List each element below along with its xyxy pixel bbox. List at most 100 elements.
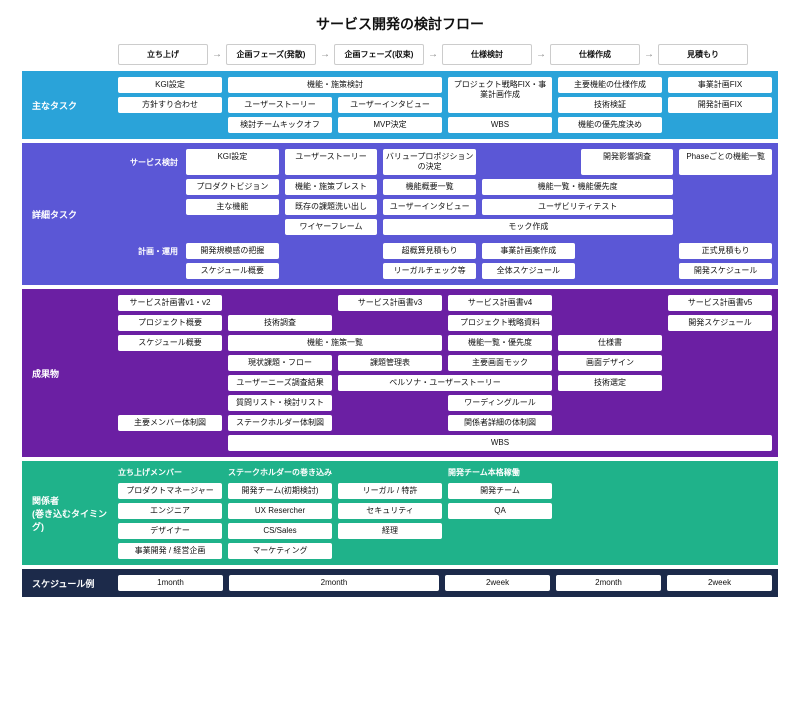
sublabel-service: サービス検討: [118, 149, 180, 175]
deliverable-chip: 仕様書: [558, 335, 662, 351]
section-schedule: スケジュール例 1month 2month 2week 2month 2week: [22, 569, 778, 597]
sublabel-plan: 計画・運用: [118, 243, 180, 259]
arrow-icon: →: [424, 50, 442, 60]
deliverable-chip: ペルソナ・ユーザーストーリー: [338, 375, 552, 391]
deliverable-chip: 主要画面モック: [448, 355, 552, 371]
page-title: サービス開発の検討フロー: [22, 14, 778, 34]
task-chip: 機能・施策ブレスト: [285, 179, 378, 195]
deliverable-chip: サービス計画書v3: [338, 295, 442, 311]
phase-4: 仕様検討: [442, 44, 532, 65]
deliverable-chip: 現状課題・フロー: [228, 355, 332, 371]
phase-6: 見積もり: [658, 44, 748, 65]
task-chip: 事業計画案作成: [482, 243, 575, 259]
task-chip: 技術検証: [558, 97, 662, 113]
task-chip: 超概算見積もり: [383, 243, 476, 259]
phase-5: 仕様作成: [550, 44, 640, 65]
task-chip: ユーザビリティテスト: [482, 199, 673, 215]
task-chip: 主要機能の仕様作成: [558, 77, 662, 93]
arrow-icon: →: [316, 50, 334, 60]
deliverable-chip: 主要メンバー体制図: [118, 415, 222, 431]
deliverable-chip: 関係者詳細の体制図: [448, 415, 552, 431]
task-chip: KGI設定: [186, 149, 279, 175]
task-chip: スケジュール概要: [186, 263, 279, 279]
task-chip: ユーザーストーリー: [228, 97, 332, 113]
stakeholder-chip: セキュリティ: [338, 503, 442, 519]
section-label: 詳細タスク: [22, 143, 118, 285]
task-chip: KGI設定: [118, 77, 222, 93]
task-chip: MVP決定: [338, 117, 442, 133]
arrow-icon: →: [208, 50, 226, 60]
task-chip: 正式見積もり: [679, 243, 772, 259]
group-title: ステークホルダーの巻き込み: [228, 467, 442, 479]
deliverable-chip: 技術選定: [558, 375, 662, 391]
task-chip: プロダクトビジョン: [186, 179, 279, 195]
group-title: 立ち上げメンバー: [118, 467, 222, 479]
section-main-tasks: 主なタスク KGI設定 機能・施策検討 プロジェクト戦略FIX・事業計画作成 主…: [22, 71, 778, 139]
deliverable-chip: 課題管理表: [338, 355, 442, 371]
task-chip: 開発スケジュール: [679, 263, 772, 279]
deliverable-chip: スケジュール概要: [118, 335, 222, 351]
stakeholder-chip: 開発チーム: [448, 483, 552, 499]
schedule-chip: 2month: [556, 575, 661, 591]
task-chip: 方針すり合わせ: [118, 97, 222, 113]
schedule-chip: 1month: [118, 575, 223, 591]
deliverable-chip: プロジェクト戦略資料: [448, 315, 552, 331]
task-chip: 機能・施策検討: [228, 77, 442, 93]
stakeholder-chip: 経理: [338, 523, 442, 539]
stakeholder-chip: 事業開発 / 経営企画: [118, 543, 222, 559]
phase-2: 企画フェーズ(発散): [226, 44, 316, 65]
task-chip: バリュープロポジションの決定: [383, 149, 476, 175]
deliverable-chip: プロジェクト概要: [118, 315, 222, 331]
deliverable-chip: 画面デザイン: [558, 355, 662, 371]
task-chip: モック作成: [383, 219, 673, 235]
task-chip: ユーザーインタビュー: [383, 199, 476, 215]
deliverable-chip: 技術調査: [228, 315, 332, 331]
task-chip: 主な機能: [186, 199, 279, 215]
task-chip: リーガルチェック等: [383, 263, 476, 279]
task-chip: 開発計画FIX: [668, 97, 772, 113]
schedule-chip: 2week: [667, 575, 772, 591]
task-chip: ユーザーインタビュー: [338, 97, 442, 113]
stakeholder-chip: QA: [448, 503, 552, 519]
schedule-chip: 2week: [445, 575, 550, 591]
stakeholder-chip: CS/Sales: [228, 523, 332, 539]
task-chip: 開発影響調査: [581, 149, 674, 175]
task-chip: WBS: [448, 117, 552, 133]
deliverable-chip: WBS: [228, 435, 772, 451]
section-label: 主なタスク: [22, 71, 118, 139]
stakeholder-chip: デザイナー: [118, 523, 222, 539]
deliverable-chip: 機能・施策一覧: [228, 335, 442, 351]
stakeholder-chip: リーガル / 特許: [338, 483, 442, 499]
task-chip: 全体スケジュール: [482, 263, 575, 279]
stakeholder-chip: エンジニア: [118, 503, 222, 519]
deliverable-chip: ワーディングルール: [448, 395, 552, 411]
phase-header: 立ち上げ → 企画フェーズ(発散) → 企画フェーズ(収束) → 仕様検討 → …: [22, 44, 778, 65]
phase-1: 立ち上げ: [118, 44, 208, 65]
task-chip: 機能概要一覧: [383, 179, 476, 195]
task-chip: 事業計画FIX: [668, 77, 772, 93]
stakeholder-chip: プロダクトマネージャー: [118, 483, 222, 499]
deliverable-chip: ユーザーニーズ調査結果: [228, 375, 332, 391]
stakeholder-chip: マーケティング: [228, 543, 332, 559]
task-chip: 検討チームキックオフ: [228, 117, 332, 133]
stakeholder-chip: UX Resercher: [228, 503, 332, 519]
phase-3: 企画フェーズ(収束): [334, 44, 424, 65]
section-label: 成果物: [22, 289, 118, 457]
section-label: スケジュール例: [22, 569, 118, 597]
section-label: 関係者 (巻き込むタイミング): [22, 461, 118, 565]
deliverable-chip: サービス計画書v1・v2: [118, 295, 222, 311]
deliverable-chip: 機能一覧・優先度: [448, 335, 552, 351]
task-chip: プロジェクト戦略FIX・事業計画作成: [448, 77, 552, 113]
section-stakeholders: 関係者 (巻き込むタイミング) 立ち上げメンバー ステークホルダーの巻き込み 開…: [22, 461, 778, 565]
task-chip: 機能一覧・機能優先度: [482, 179, 673, 195]
task-chip: ワイヤーフレーム: [285, 219, 378, 235]
schedule-chip: 2month: [229, 575, 439, 591]
task-chip: 開発規模感の把握: [186, 243, 279, 259]
deliverable-chip: 開発スケジュール: [668, 315, 772, 331]
task-chip: 機能の優先度決め: [558, 117, 662, 133]
task-chip: Phaseごとの機能一覧: [679, 149, 772, 175]
section-detail-tasks: 詳細タスク サービス検討 KGI設定 ユーザーストーリー バリュープロポジション…: [22, 143, 778, 285]
deliverable-chip: サービス計画書v4: [448, 295, 552, 311]
task-chip: ユーザーストーリー: [285, 149, 378, 175]
group-title: 開発チーム本格稼働: [448, 467, 552, 479]
